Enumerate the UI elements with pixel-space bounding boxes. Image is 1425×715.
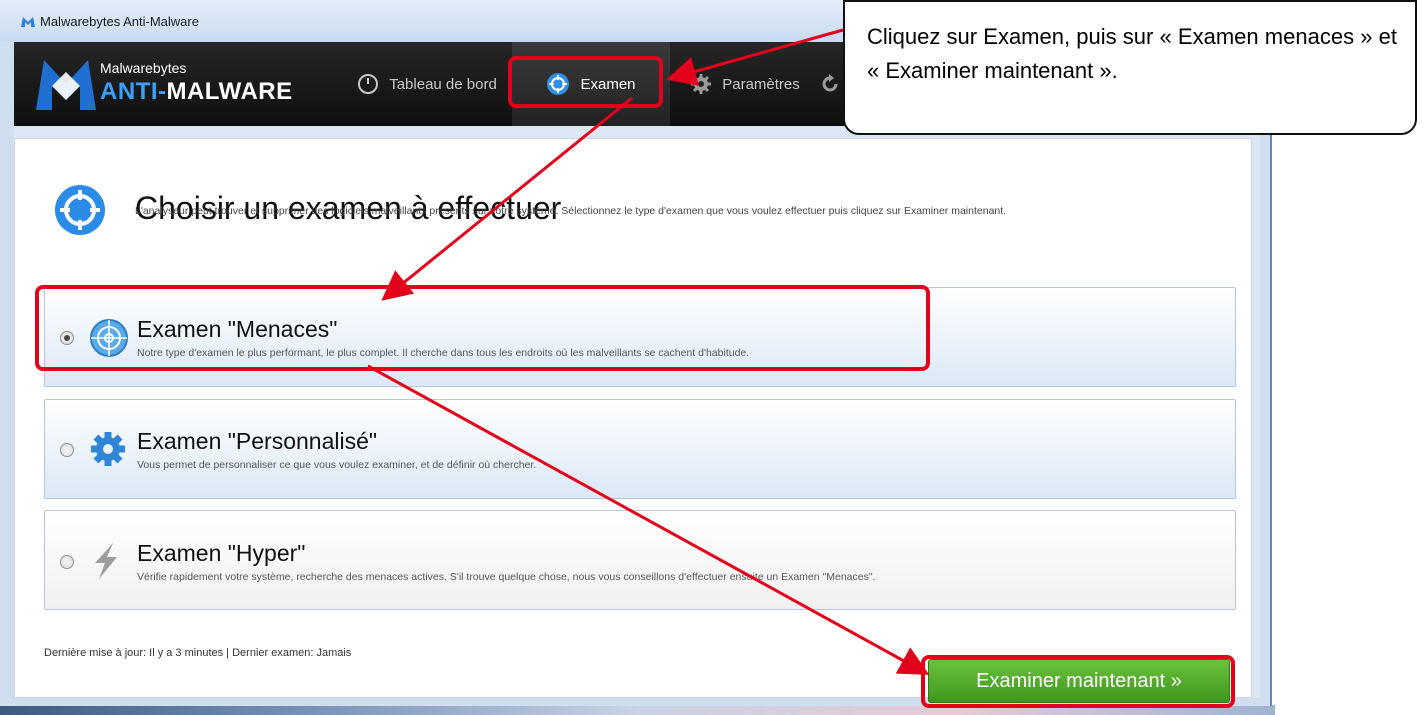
arrow-to-scan-button	[367, 364, 930, 675]
tutorial-callout: Cliquez sur Examen, puis sur « Examen me…	[843, 0, 1417, 135]
arrow-to-threat-option	[381, 96, 633, 301]
arrow-to-exam-tab	[666, 28, 844, 86]
